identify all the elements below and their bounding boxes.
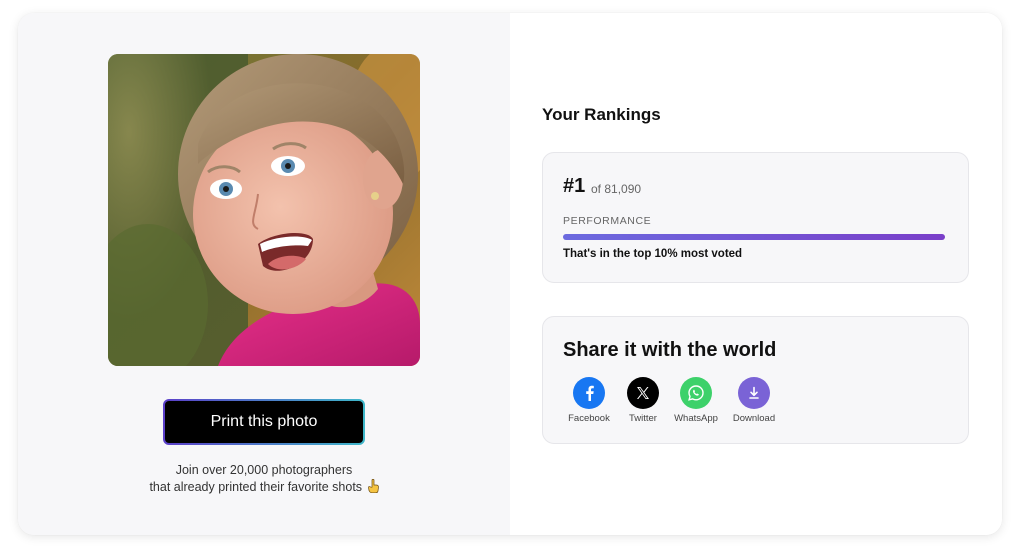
pointing-hand-icon [367, 478, 379, 494]
rankings-panel: Your Rankings #1 of 81,090 PERFORMANCE T… [510, 13, 1002, 535]
rank-total: of 81,090 [591, 182, 642, 196]
performance-bar [563, 234, 945, 240]
facebook-icon [573, 377, 605, 409]
print-photo-button[interactable]: Print this photo [163, 399, 365, 445]
share-download-button[interactable]: Download [724, 377, 784, 424]
join-line-1: Join over 20,000 photographers [175, 463, 353, 477]
join-text: Join over 20,000 photographers that alre… [108, 462, 420, 496]
share-twitter-button[interactable]: Twitter [613, 377, 673, 424]
x-icon [627, 377, 659, 409]
whatsapp-icon [680, 377, 712, 409]
rank-number: #1 [563, 175, 586, 197]
photo-image [108, 54, 420, 366]
print-photo-button-label: Print this photo [210, 413, 318, 430]
performance-text: That's in the top 10% most voted [563, 248, 743, 260]
share-whatsapp-label: WhatsApp [674, 413, 718, 424]
share-box: Share it with the world Facebook Twitter [542, 316, 969, 444]
photo-panel: Print this photo Join over 20,000 photog… [18, 13, 510, 535]
ranking-box: #1 of 81,090 PERFORMANCE That's in the t… [542, 152, 969, 283]
download-icon [738, 377, 770, 409]
join-line-2: that already printed their favorite shot… [108, 478, 420, 496]
result-card: Print this photo Join over 20,000 photog… [18, 13, 1002, 535]
performance-bar-fill [563, 234, 945, 240]
rankings-title: Your Rankings [542, 105, 661, 124]
share-facebook-label: Facebook [568, 413, 610, 424]
share-facebook-button[interactable]: Facebook [559, 377, 619, 424]
share-download-label: Download [732, 413, 776, 424]
share-title: Share it with the world [563, 339, 777, 361]
share-twitter-label: Twitter [629, 413, 657, 424]
performance-label: PERFORMANCE [563, 215, 652, 227]
share-whatsapp-button[interactable]: WhatsApp [666, 377, 726, 424]
